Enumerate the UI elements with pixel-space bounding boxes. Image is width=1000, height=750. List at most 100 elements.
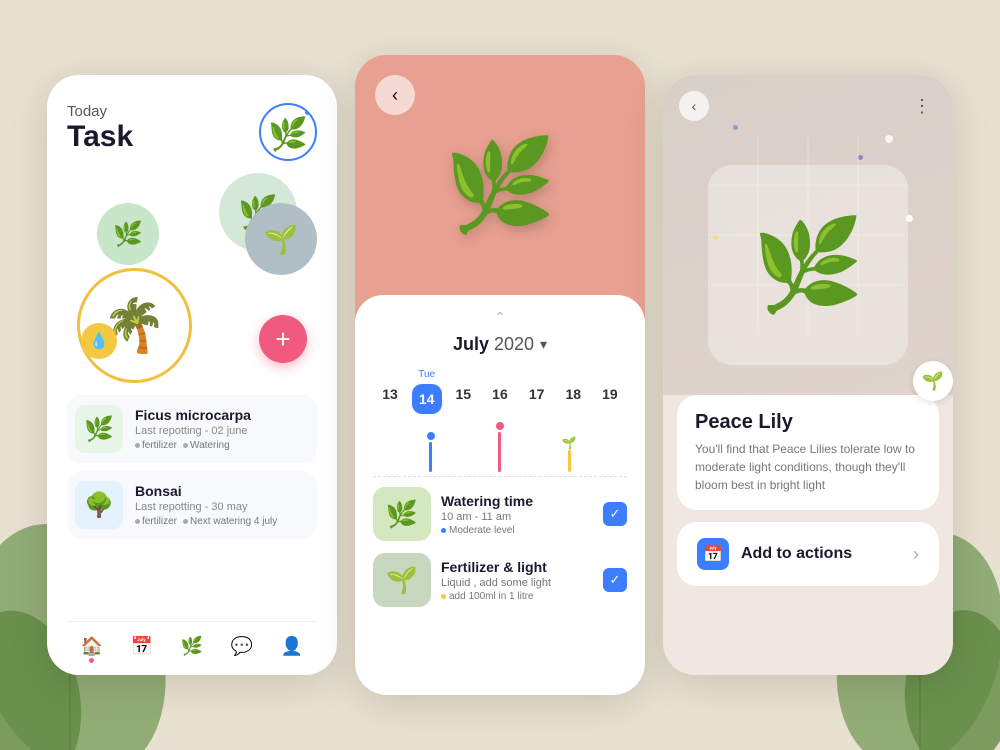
cal-day-16[interactable]: 16 <box>483 375 517 409</box>
screen-1: Today Task 🌿 🌿 🌿 🌱 🌴 💧 <box>47 75 337 675</box>
water-dot-14 <box>427 432 435 440</box>
title-block: Today Task <box>67 103 133 153</box>
cal-day-13[interactable]: 13 <box>373 375 407 409</box>
calendar-icon: 📅 <box>131 636 153 657</box>
nav-profile[interactable]: 👤 <box>281 636 303 657</box>
leaf-icon: 🌱 <box>922 371 944 392</box>
care-title-2: Fertilizer & light <box>441 559 593 575</box>
nav-chat[interactable]: 💬 <box>231 636 253 657</box>
nav-home[interactable]: 🏠 <box>81 636 103 657</box>
task-name-1: Ficus microcarpa <box>135 407 251 423</box>
add-to-actions-button[interactable]: 📅 Add to actions › <box>677 522 939 586</box>
tag-watering-1: Watering <box>183 440 230 451</box>
care-check-2[interactable]: ✓ <box>603 568 627 592</box>
care-item-2: 🌱 Fertilizer & light Liquid , add some l… <box>373 553 627 607</box>
bottom-nav: 🏠 📅 🌿 💬 👤 <box>67 621 317 675</box>
nav-plant[interactable]: 🌿 <box>181 636 203 657</box>
calendar-add-icon: 📅 <box>703 544 723 564</box>
day-num-18: 18 <box>558 379 588 409</box>
plant-circle-3: 🌱 <box>245 203 317 275</box>
screen-3-top: 🌿 ‹ ⋮ <box>663 75 953 395</box>
plant-circle-2: 🌿 <box>97 203 159 265</box>
leaf-badge: 🌱 <box>913 361 953 401</box>
act-col-14 <box>414 432 448 472</box>
plant-name: Peace Lily <box>695 411 921 434</box>
task-plant-img-1: 🌿 <box>75 405 123 453</box>
plant-hero-image: 🌿 <box>444 133 556 238</box>
task-title: Task <box>67 120 133 153</box>
day-label-14: Tue <box>418 369 435 380</box>
day-num-14: 14 <box>412 384 442 414</box>
month-chevron-icon: ▾ <box>540 336 547 353</box>
screen-2: 🌿 ‹ ⌃ July 2020 ▾ 13 Tue 14 <box>355 55 645 695</box>
water-stem-16 <box>498 432 501 472</box>
care-check-1[interactable]: ✓ <box>603 502 627 526</box>
tag-watering-2: Next watering 4 july <box>183 516 277 527</box>
water-dot-16 <box>496 422 504 430</box>
screen-3-nav: ‹ ⋮ <box>679 91 937 121</box>
plant-icon: 🌿 <box>181 636 203 657</box>
care-text-2: Fertilizer & light Liquid , add some lig… <box>441 559 593 602</box>
screen2-back-btn[interactable]: ‹ <box>375 75 415 115</box>
day-num-15: 15 <box>448 379 478 409</box>
task-sub-2: Last repotting - 30 may <box>135 501 277 513</box>
plant-3-frame: 🌿 <box>708 165 908 365</box>
care-img-1: 🌿 <box>373 487 431 541</box>
task-item-2[interactable]: 🌳 Bonsai Last repotting - 30 may fertili… <box>67 471 317 539</box>
chevron-up-icon: ⌃ <box>373 309 627 326</box>
peace-lily-plant: 🌿 <box>752 213 864 318</box>
act-col-16 <box>483 422 517 472</box>
more-icon: ⋮ <box>913 96 931 117</box>
day-num-16: 16 <box>485 379 515 409</box>
screen-3: 🌿 ‹ ⋮ 🌱 Peace Lily You'll find that Peac… <box>663 75 953 675</box>
cal-day-18[interactable]: 18 <box>556 375 590 409</box>
water-badge: 💧 <box>81 323 117 359</box>
fertilizer-stem-18 <box>568 450 571 472</box>
home-icon: 🏠 <box>81 636 103 657</box>
care-tag-1: Moderate level <box>441 525 593 536</box>
back-button[interactable]: ‹ <box>679 91 709 121</box>
task-item-1[interactable]: 🌿 Ficus microcarpa Last repotting - 02 j… <box>67 395 317 463</box>
tag-fertilizer-2: fertilizer <box>135 516 177 527</box>
month-label: July 2020 <box>453 334 534 355</box>
screen-2-card: ⌃ July 2020 ▾ 13 Tue 14 15 <box>355 295 645 695</box>
today-label: Today <box>67 103 133 120</box>
add-actions-label: Add to actions <box>741 545 852 563</box>
task-name-2: Bonsai <box>135 483 277 499</box>
cal-day-15[interactable]: 15 <box>446 375 480 409</box>
cal-day-17[interactable]: 17 <box>520 375 554 409</box>
day-num-17: 17 <box>522 379 552 409</box>
task-info-1: Ficus microcarpa Last repotting - 02 jun… <box>135 407 251 451</box>
plant-emoji-3: 🌱 <box>264 223 299 256</box>
add-icon: + <box>275 324 290 355</box>
plant-description: You'll find that Peace Lilies tolerate l… <box>695 440 921 494</box>
more-button[interactable]: ⋮ <box>907 91 937 121</box>
care-img-2: 🌱 <box>373 553 431 607</box>
screens-container: Today Task 🌿 🌿 🌿 🌱 🌴 💧 <box>27 35 973 715</box>
care-tag-2: add 100ml in 1 litre <box>441 591 593 602</box>
screen-1-header: Today Task 🌿 <box>67 103 317 161</box>
water-stem-14 <box>429 442 432 472</box>
care-sub-1: 10 am - 11 am <box>441 511 593 523</box>
add-actions-icon: 📅 <box>697 538 729 570</box>
screen-2-plant-top: 🌿 ‹ <box>355 55 645 315</box>
plant-cluster: 🌿 🌿 🌱 🌴 💧 + <box>67 173 317 383</box>
task-tags-1: fertilizer Watering <box>135 440 251 451</box>
dashed-separator <box>373 476 627 477</box>
task-info-2: Bonsai Last repotting - 30 may fertilize… <box>135 483 277 527</box>
avatar-dot <box>303 107 313 117</box>
activity-row: 🌱 <box>373 422 627 472</box>
nav-calendar[interactable]: 📅 <box>131 636 153 657</box>
add-button[interactable]: + <box>259 315 307 363</box>
cal-day-19[interactable]: 19 <box>593 375 627 409</box>
act-col-18: 🌱 <box>552 436 586 472</box>
cal-day-14[interactable]: Tue 14 <box>410 369 444 414</box>
fertilizer-icon-18: 🌱 <box>562 436 577 450</box>
day-num-13: 13 <box>375 379 405 409</box>
month-selector[interactable]: July 2020 ▾ <box>373 334 627 355</box>
task-sub-1: Last repotting - 02 june <box>135 425 251 437</box>
chevron-right-icon: › <box>913 544 919 565</box>
avatar: 🌿 <box>259 103 317 161</box>
task-list: 🌿 Ficus microcarpa Last repotting - 02 j… <box>67 395 317 613</box>
profile-icon: 👤 <box>281 636 303 657</box>
